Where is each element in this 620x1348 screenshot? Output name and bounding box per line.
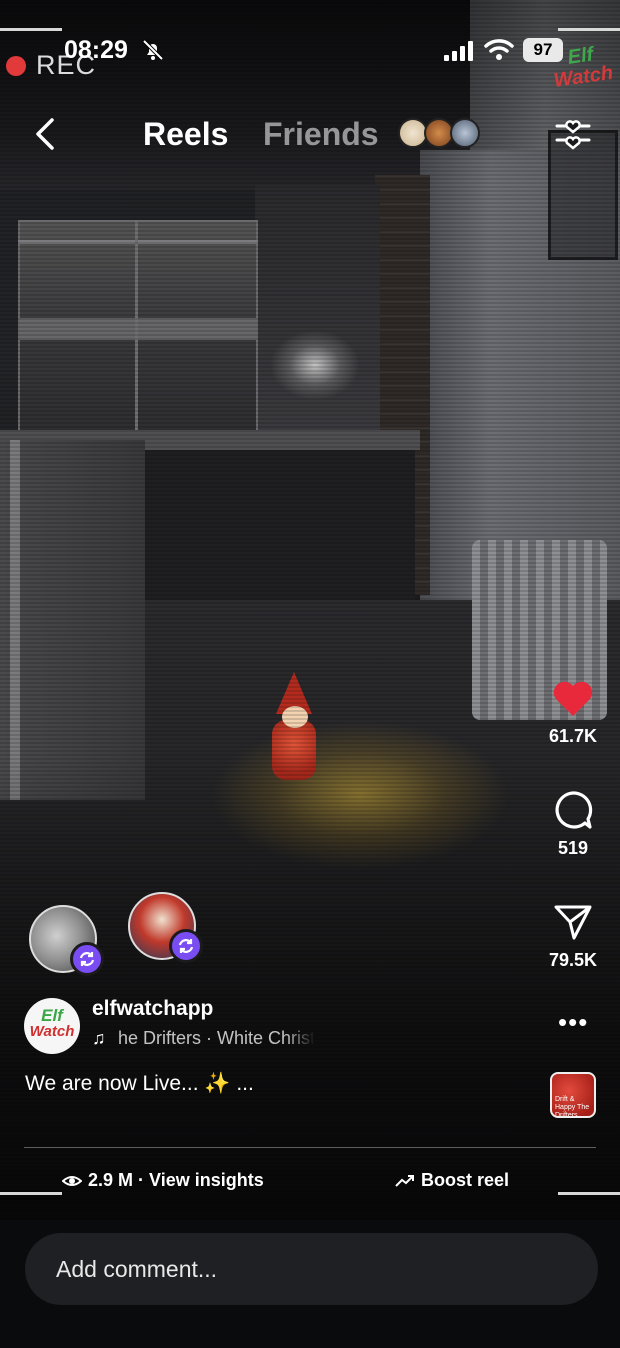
eye-icon bbox=[62, 1175, 82, 1186]
heart-filled-icon bbox=[553, 681, 593, 716]
rec-dot-icon bbox=[6, 55, 26, 76]
view-insights-button[interactable]: 2.9 M · View insights bbox=[62, 1170, 264, 1191]
post-caption[interactable]: We are now Live... ✨ ... bbox=[25, 1072, 254, 1096]
collab-badge bbox=[169, 929, 203, 963]
share-button[interactable]: 79.5K bbox=[536, 902, 610, 971]
music-title: he Drifters · White Christ bbox=[118, 1028, 316, 1048]
paper-plane-icon bbox=[554, 905, 592, 940]
divider bbox=[24, 1147, 596, 1148]
boost-reel-button[interactable]: Boost reel bbox=[395, 1170, 509, 1191]
music-info[interactable]: ♫ he Drifters · White Christ bbox=[92, 1028, 342, 1052]
chevron-left-icon[interactable] bbox=[28, 114, 64, 154]
add-comment-input[interactable]: Add comment... bbox=[25, 1233, 598, 1305]
elf-figure bbox=[272, 720, 316, 780]
views-label: 2.9 M · View insights bbox=[88, 1170, 264, 1190]
trend-up-icon bbox=[395, 1174, 414, 1187]
sliders-heart-icon[interactable] bbox=[554, 116, 592, 152]
account-avatar[interactable]: Elf Watch bbox=[24, 998, 80, 1054]
album-art[interactable]: Drift & Happy The Drifters bbox=[550, 1072, 596, 1118]
like-count: 61.7K bbox=[548, 726, 598, 746]
refresh-badge-icon bbox=[178, 939, 194, 953]
refresh-badge-icon bbox=[79, 952, 95, 966]
speech-bubble-icon bbox=[555, 791, 593, 829]
mute-bell-icon bbox=[142, 39, 164, 61]
more-options-icon[interactable]: ••• bbox=[558, 1009, 588, 1036]
music-note-icon: ♫ bbox=[92, 1028, 106, 1048]
friend-avatar bbox=[450, 118, 480, 148]
comment-count: 519 bbox=[557, 838, 589, 858]
like-button[interactable]: 61.7K bbox=[536, 680, 610, 747]
wifi-icon bbox=[484, 39, 514, 60]
status-time: 08:29 bbox=[64, 36, 128, 64]
tab-friends[interactable]: Friends bbox=[263, 116, 379, 153]
friend-avatars[interactable] bbox=[398, 118, 482, 152]
collab-badge bbox=[70, 942, 104, 976]
share-count: 79.5K bbox=[548, 950, 598, 970]
username[interactable]: elfwatchapp bbox=[92, 997, 213, 1021]
signal-icon bbox=[444, 41, 473, 61]
tab-reels[interactable]: Reels bbox=[143, 116, 228, 153]
boost-label: Boost reel bbox=[421, 1170, 510, 1190]
comment-button[interactable]: 519 bbox=[536, 790, 610, 859]
